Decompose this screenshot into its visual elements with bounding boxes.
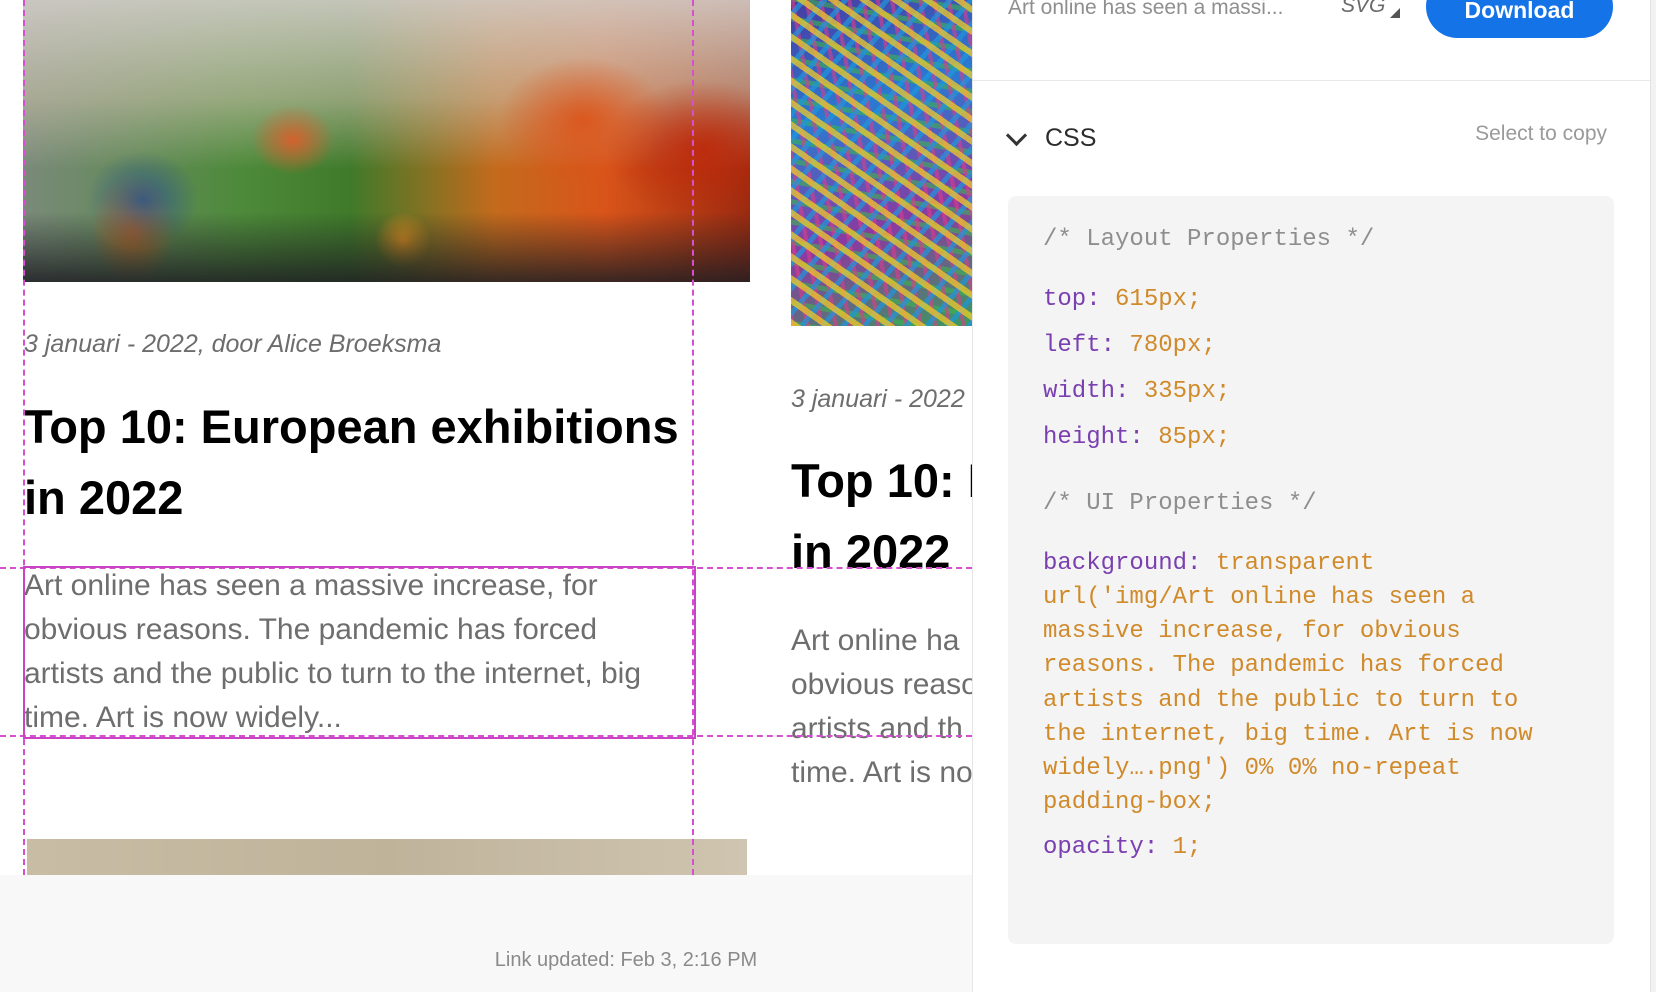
code-line-width: width: 335px; bbox=[1043, 378, 1230, 405]
inspect-view: 3 januari - 2022, door Alice Broeksma To… bbox=[0, 0, 1656, 992]
article-image-abstract bbox=[791, 0, 972, 326]
code-property: background: bbox=[1043, 550, 1202, 577]
select-to-copy-hint: Select to copy bbox=[1475, 122, 1607, 145]
code-property: width: bbox=[1043, 378, 1130, 405]
code-value-continuation: massive increase, for obvious bbox=[1043, 618, 1461, 645]
code-property: opacity: bbox=[1043, 834, 1159, 861]
excerpt-line: obvious reasons. The pandemic has forced bbox=[24, 613, 598, 646]
code-property: top: bbox=[1043, 286, 1101, 313]
link-updated-text: Link updated: Feb 3, 2:16 PM bbox=[0, 949, 972, 972]
article-meta: 3 januari - 2022 bbox=[791, 385, 965, 413]
link-updated-label: Link updated: Feb 3, 2:16 PM bbox=[494, 949, 758, 971]
code-property: height: bbox=[1043, 424, 1144, 451]
code-value-continuation: url('img/Art online has seen a bbox=[1043, 584, 1476, 611]
code-line-opacity: opacity: 1; bbox=[1043, 834, 1201, 861]
code-value: transparent bbox=[1215, 550, 1375, 577]
code-value: 85px; bbox=[1158, 424, 1231, 451]
download-button[interactable]: Download bbox=[1426, 0, 1613, 38]
excerpt-line: artists and th bbox=[791, 712, 963, 745]
code-value-continuation: reasons. The pandemic has forced bbox=[1043, 652, 1504, 679]
code-value-continuation: artists and the public to turn to bbox=[1043, 687, 1519, 714]
asset-name: Art online has seen a massi... bbox=[1008, 0, 1284, 19]
code-line-top: top: 615px; bbox=[1043, 286, 1201, 313]
excerpt-line: artists and the public to turn to the in… bbox=[24, 657, 642, 690]
article-meta: 3 januari - 2022, door Alice Broeksma bbox=[24, 330, 442, 358]
format-select[interactable]: SVG bbox=[1341, 0, 1385, 18]
chevron-down-icon[interactable] bbox=[1005, 124, 1028, 147]
css-section-title: CSS bbox=[1045, 124, 1097, 152]
code-comment: /* UI Properties */ bbox=[1043, 490, 1317, 517]
excerpt-line: Art online ha bbox=[791, 624, 960, 657]
article-title-line: Top 10: European exhibitions bbox=[24, 400, 679, 453]
asset-row: Art online has seen a massi... SVG Downl… bbox=[973, 0, 1656, 81]
article-title[interactable]: Top 10: European exhibitions in 2022 bbox=[24, 391, 704, 533]
code-property: left: bbox=[1043, 332, 1116, 359]
code-line-left: left: 780px; bbox=[1043, 332, 1216, 359]
design-canvas[interactable]: 3 januari - 2022, door Alice Broeksma To… bbox=[0, 0, 972, 875]
article-image-painting bbox=[23, 0, 750, 282]
code-value: 1; bbox=[1172, 834, 1202, 861]
article-title[interactable]: Top 10: E in 2022 bbox=[791, 445, 972, 587]
footer-bar: Link updated: Feb 3, 2:16 PM bbox=[0, 875, 972, 992]
excerpt-line: obvious reaso bbox=[791, 668, 972, 701]
excerpt-line: Art online has seen a massive increase, … bbox=[24, 569, 598, 602]
code-value-continuation: widely….png') 0% 0% no-repeat bbox=[1043, 755, 1461, 782]
article-excerpt-selected[interactable]: Art online has seen a massive increase, … bbox=[24, 564, 704, 740]
css-code-block[interactable]: /* Layout Properties */ top: 615px; left… bbox=[1008, 196, 1614, 944]
code-value-continuation: the internet, big time. Art is now bbox=[1043, 721, 1533, 748]
css-section-header[interactable]: CSS Select to copy bbox=[973, 110, 1656, 170]
code-line-height: height: 85px; bbox=[1043, 424, 1230, 451]
excerpt-line: time. Art is now widely... bbox=[24, 701, 342, 734]
code-line-background: background: transparent bbox=[1043, 550, 1374, 577]
excerpt-line: time. Art is no bbox=[791, 756, 972, 789]
article-excerpt[interactable]: Art online ha obvious reaso artists and … bbox=[791, 619, 972, 795]
code-value-continuation: padding-box; bbox=[1043, 789, 1216, 816]
code-value: 335px; bbox=[1143, 378, 1231, 405]
panel-scrollbar-track[interactable] bbox=[1650, 0, 1656, 992]
code-comment: /* Layout Properties */ bbox=[1043, 226, 1375, 253]
article-title-line: in 2022 bbox=[791, 525, 951, 578]
code-value: 615px; bbox=[1115, 286, 1202, 313]
code-value: 780px; bbox=[1129, 332, 1216, 359]
inspect-panel: Art online has seen a massi... SVG Downl… bbox=[972, 0, 1656, 992]
article-title-line: in 2022 bbox=[24, 471, 184, 524]
dropdown-triangle-icon[interactable] bbox=[1390, 8, 1400, 18]
article-title-line: Top 10: E bbox=[791, 454, 972, 507]
article-image-next bbox=[27, 839, 747, 875]
